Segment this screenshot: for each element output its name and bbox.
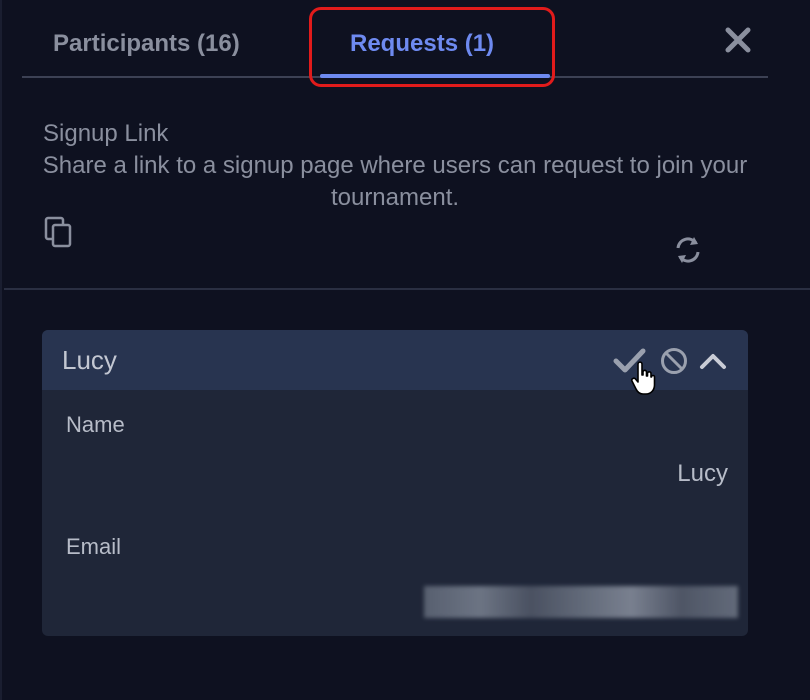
name-label: Name <box>66 412 125 437</box>
copy-link-button[interactable] <box>44 216 74 248</box>
requests-panel: Participants (16) Requests (1) Signup Li… <box>0 0 810 700</box>
request-card: Lucy Name Lucy Email <box>42 330 748 636</box>
active-tab-indicator <box>320 74 550 78</box>
tab-requests[interactable]: Requests (1) <box>350 30 494 64</box>
hand-cursor-icon <box>630 360 656 396</box>
signup-description: Share a link to a signup page where user… <box>42 152 748 211</box>
collapse-button[interactable] <box>698 348 728 374</box>
copy-icon <box>44 216 72 248</box>
refresh-icon <box>676 237 700 263</box>
close-button[interactable] <box>722 24 754 56</box>
block-icon <box>661 348 687 374</box>
email-label: Email <box>66 534 122 559</box>
tab-participants[interactable]: Participants (16) <box>53 30 240 64</box>
panel-edge <box>0 0 2 700</box>
chevron-up-icon <box>700 354 726 369</box>
signup-title: Signup Link <box>43 120 169 147</box>
close-icon <box>725 27 751 53</box>
name-value: Lucy <box>677 460 728 487</box>
request-card-header[interactable]: Lucy <box>42 330 748 395</box>
deny-button[interactable] <box>659 346 689 376</box>
section-divider <box>4 288 810 290</box>
requester-name: Lucy <box>62 345 117 375</box>
refresh-link-button[interactable] <box>672 234 704 266</box>
email-value-redacted <box>424 586 738 618</box>
